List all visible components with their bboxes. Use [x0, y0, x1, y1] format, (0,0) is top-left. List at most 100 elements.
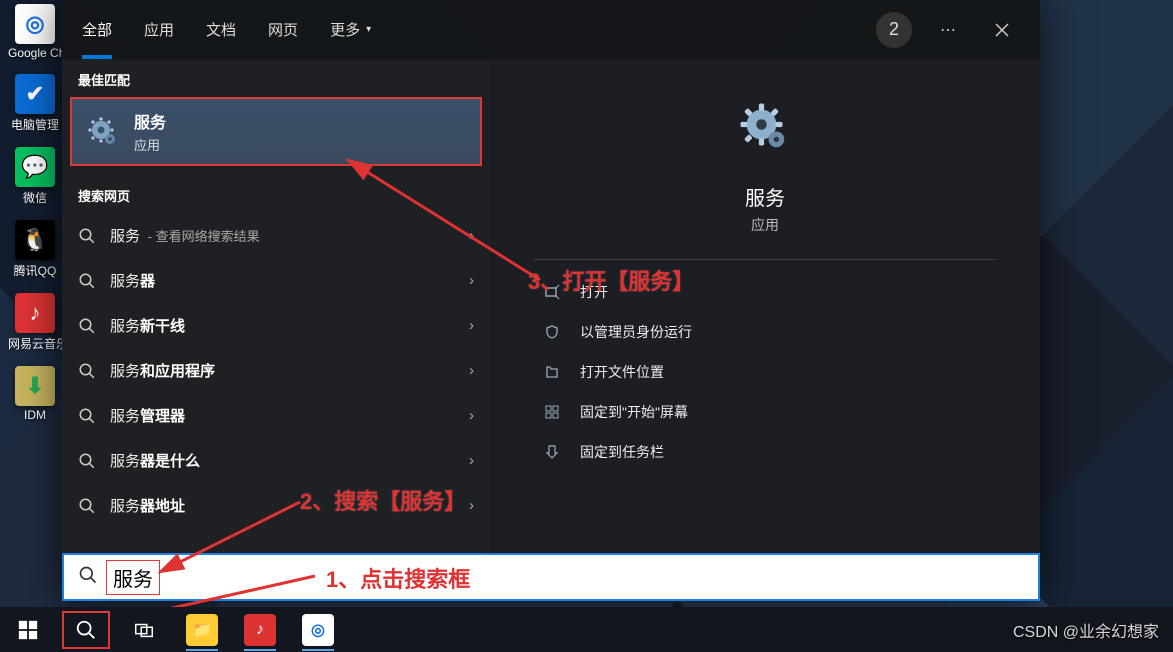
icon-label: IDM [24, 408, 46, 422]
search-icon [78, 407, 96, 425]
section-web: 搜索网页 [62, 176, 490, 213]
watermark: CSDN @业余幻想家 [1013, 618, 1159, 642]
action-icon [542, 402, 562, 422]
search-term: 服务 [106, 560, 160, 595]
search-icon [78, 362, 96, 380]
close-button[interactable] [984, 12, 1020, 48]
app-icon: ⬇ [15, 366, 55, 406]
taskbar-app-file-explorer[interactable]: 📁 [178, 611, 226, 649]
search-suggestion[interactable]: 服务器 › [62, 258, 490, 303]
search-tab[interactable]: 文档 [206, 0, 236, 59]
app-icon: ✔ [15, 74, 55, 114]
detail-subtitle: 应用 [751, 215, 779, 235]
close-icon [994, 22, 1010, 38]
chevron-right-icon: › [469, 317, 474, 334]
taskbar-app-chrome[interactable]: ◎ [294, 611, 342, 649]
search-icon [78, 452, 96, 470]
best-match-title: 服务 [134, 109, 166, 133]
annotation-1: 1、点击搜索框 [326, 562, 470, 594]
section-best-match: 最佳匹配 [62, 60, 490, 97]
app-icon: 🐧 [15, 220, 55, 260]
taskbar-search-button[interactable] [62, 611, 110, 649]
suggestion-text: 服务管理器 [110, 405, 189, 426]
app-icon: 💬 [15, 147, 55, 187]
search-tab[interactable]: 应用 [144, 0, 174, 59]
notification-badge[interactable]: 2 [876, 12, 912, 48]
suggestion-text: 服务新干线 [110, 315, 189, 336]
divider [534, 259, 996, 260]
chevron-right-icon: › [469, 272, 474, 289]
search-input-box[interactable]: 服务 [62, 553, 1040, 601]
search-icon [78, 565, 98, 590]
chevron-right-icon: › [469, 227, 474, 244]
search-header: 全部应用文档网页更多 ▾ 2 ⋯ [62, 0, 1040, 60]
action-icon [542, 362, 562, 382]
chevron-right-icon: › [469, 452, 474, 469]
annotation-3: 3、打开【服务】 [528, 264, 694, 296]
detail-action[interactable]: 固定到任务栏 [534, 432, 996, 472]
search-suggestion[interactable]: 服务新干线 › [62, 303, 490, 348]
chevron-right-icon: › [469, 407, 474, 424]
search-tabs: 全部应用文档网页更多 ▾ [62, 0, 371, 59]
detail-action[interactable]: 固定到"开始"屏幕 [534, 392, 996, 432]
more-options-button[interactable]: ⋯ [930, 12, 966, 48]
chevron-down-icon: ▾ [366, 24, 371, 35]
ellipsis-icon: ⋯ [940, 20, 956, 40]
search-tab[interactable]: 全部 [82, 0, 112, 59]
detail-action[interactable]: 以管理员身份运行 [534, 312, 996, 352]
desktop-icon[interactable]: 💬 微信 [8, 147, 62, 206]
action-label: 固定到任务栏 [580, 442, 664, 462]
task-view-button[interactable] [120, 611, 168, 649]
desktop-icon-column: ◎ Google Chrome ✔ 电脑管理 💬 微信 🐧 腾讯QQ ♪ 网易云音乐 ⬇ … [8, 4, 62, 422]
desktop-icon[interactable]: ⬇ IDM [8, 366, 62, 422]
app-icon: ♪ [15, 293, 55, 333]
web-results-list: 服务 - 查看网络搜索结果 › 服务器 › 服务新干线 › 服务和应用程序 › … [62, 213, 490, 528]
desktop-icon[interactable]: ♪ 网易云音乐 [8, 293, 62, 352]
best-match-subtitle: 应用 [134, 135, 166, 154]
icon-label: 腾讯QQ [14, 262, 57, 279]
suggestion-text: 服务器是什么 [110, 450, 204, 471]
search-tab-more[interactable]: 更多 ▾ [330, 0, 371, 59]
detail-gear-icon [737, 100, 793, 156]
action-label: 打开文件位置 [580, 362, 664, 382]
icon-label: Google Chrome [8, 46, 62, 60]
icon-label: 网易云音乐 [8, 335, 62, 352]
task-view-icon [133, 619, 155, 641]
start-button[interactable] [4, 611, 52, 649]
start-search-panel: 全部应用文档网页更多 ▾ 2 ⋯ 最佳匹配 [62, 0, 1040, 601]
search-tab[interactable]: 网页 [268, 0, 298, 59]
best-match-item[interactable]: 服务 应用 [70, 97, 482, 166]
taskbar: 📁 ♪ ◎ [0, 607, 1173, 652]
suggestion-text: 服务 - 查看网络搜索结果 [110, 225, 260, 246]
action-label: 以管理员身份运行 [580, 322, 692, 342]
search-icon [78, 497, 96, 515]
suggestion-text: 服务和应用程序 [110, 360, 219, 381]
action-icon [542, 442, 562, 462]
detail-title: 服务 [745, 182, 785, 211]
detail-action[interactable]: 打开文件位置 [534, 352, 996, 392]
search-suggestion[interactable]: 服务和应用程序 › [62, 348, 490, 393]
action-label: 固定到"开始"屏幕 [580, 402, 688, 422]
detail-actions: 打开 以管理员身份运行 打开文件位置 固定到"开始"屏幕 固定到任务栏 [534, 272, 996, 472]
annotation-2: 2、搜索【服务】 [300, 484, 466, 516]
search-header-right: 2 ⋯ [876, 12, 1040, 48]
suggestion-text: 服务器地址 [110, 495, 189, 516]
results-column: 最佳匹配 服务 应用 搜索网页 服务 - 查看网络搜索结 [62, 60, 490, 553]
windows-icon [17, 619, 39, 641]
search-suggestion[interactable]: 服务 - 查看网络搜索结果 › [62, 213, 490, 258]
chevron-right-icon: › [469, 362, 474, 379]
search-icon [78, 227, 96, 245]
search-icon [78, 317, 96, 335]
search-suggestion[interactable]: 服务器是什么 › [62, 438, 490, 483]
search-suggestion[interactable]: 服务管理器 › [62, 393, 490, 438]
search-icon [75, 619, 97, 641]
action-icon [542, 322, 562, 342]
detail-pane: 服务 应用 打开 以管理员身份运行 打开文件位置 固定到"开始"屏幕 固定到任务… [490, 60, 1040, 553]
desktop-icon[interactable]: 🐧 腾讯QQ [8, 220, 62, 279]
desktop-icon[interactable]: ◎ Google Chrome [8, 4, 62, 60]
search-icon [78, 272, 96, 290]
taskbar-app-netease[interactable]: ♪ [236, 611, 284, 649]
chevron-right-icon: › [469, 497, 474, 514]
desktop-icon[interactable]: ✔ 电脑管理 [8, 74, 62, 133]
services-gear-icon [86, 115, 120, 149]
